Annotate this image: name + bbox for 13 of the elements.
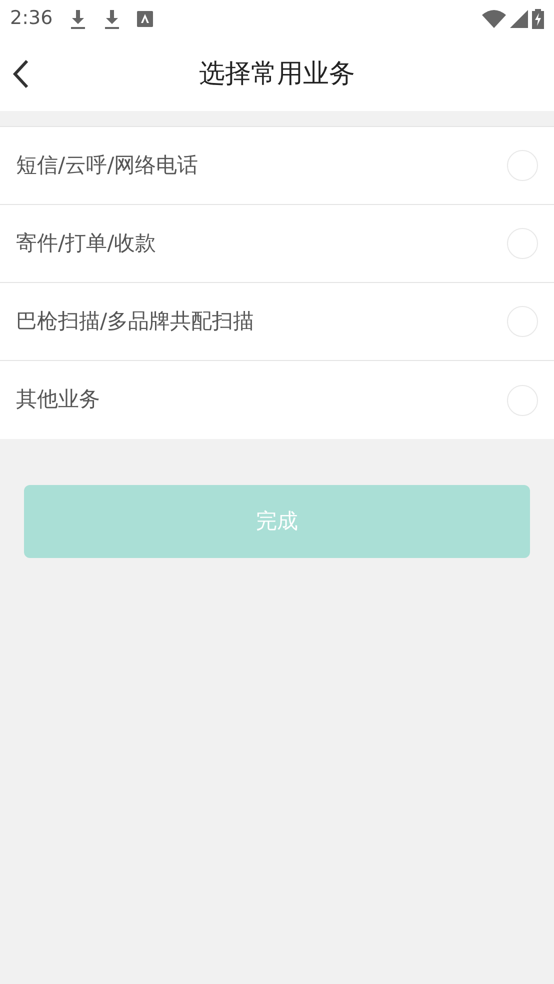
signal-icon bbox=[510, 10, 528, 28]
option-label: 寄件/打单/收款 bbox=[16, 230, 156, 257]
option-label: 短信/云呼/网络电话 bbox=[16, 152, 198, 179]
keyboard-icon bbox=[136, 10, 153, 26]
back-icon[interactable] bbox=[12, 59, 30, 89]
wifi-icon bbox=[482, 10, 506, 28]
battery-icon bbox=[532, 8, 544, 28]
option-label: 巴枪扫描/多品牌共配扫描 bbox=[16, 308, 254, 335]
download-icon bbox=[102, 8, 121, 28]
status-time: 2:36 bbox=[10, 6, 53, 32]
download-icon bbox=[68, 8, 87, 28]
option-label: 其他业务 bbox=[16, 386, 100, 414]
page-title: 选择常用业务 bbox=[199, 58, 355, 90]
